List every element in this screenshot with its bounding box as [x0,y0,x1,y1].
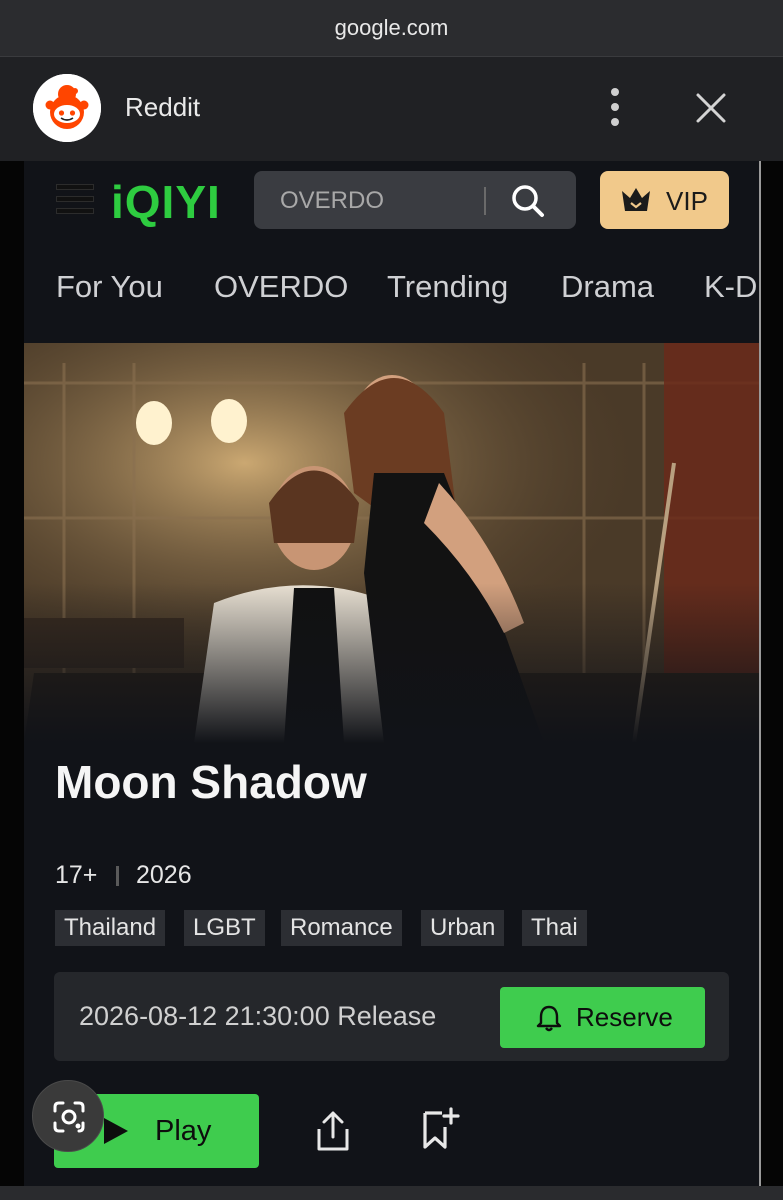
search-input[interactable]: OVERDO [254,171,576,229]
play-label: Play [155,1115,212,1147]
search-icon[interactable] [510,183,546,219]
tab-for-you[interactable]: For You [56,269,163,305]
url-text: google.com [334,15,449,40]
genre-tag[interactable]: LGBT [184,910,265,946]
genre-tag[interactable]: Thai [522,910,587,946]
crown-icon [620,185,652,215]
reserve-button[interactable]: Reserve [500,987,705,1048]
url-bar[interactable]: google.com [0,0,783,57]
reserve-label: Reserve [576,1002,673,1032]
category-tabs: For You OVERDO Trending Drama K-Dr [24,269,759,313]
meta-divider [116,866,119,886]
show-title: Moon Shadow [55,756,367,808]
release-year: 2026 [136,861,192,889]
search-divider [484,187,486,215]
bell-icon [536,1004,562,1032]
page-left-margin [0,161,24,1186]
release-panel: 2026-08-12 21:30:00 Release Reserve [54,972,729,1061]
age-rating: 17+ [55,861,98,889]
custom-tab-title: Reddit [125,92,201,122]
tab-overdo[interactable]: OVERDO [214,269,348,305]
reddit-logo-icon[interactable] [33,74,101,142]
play-icon [100,1116,130,1146]
genre-tag[interactable]: Urban [421,910,505,946]
bookmark-add-icon[interactable] [420,1107,460,1151]
tab-k-drama[interactable]: K-Dr [704,269,759,305]
vip-label: VIP [666,186,708,216]
bottom-bar [0,1186,783,1200]
vip-button[interactable]: VIP [600,171,729,229]
release-datetime: 2026-08-12 21:30:00 Release [79,1001,437,1031]
lens-icon [51,1099,87,1135]
tab-trending[interactable]: Trending [387,269,508,305]
tab-drama[interactable]: Drama [561,269,654,305]
iqiyi-page: iQIYI OVERDO VIP For You OVERDO Trending… [24,161,759,1186]
page-right-margin [759,161,783,1186]
genre-tag[interactable]: Romance [281,910,402,946]
hero-poster-image[interactable] [24,343,759,743]
search-placeholder: OVERDO [280,187,385,214]
scrollbar[interactable] [759,161,761,1186]
more-vert-icon[interactable] [603,88,627,126]
brand-logo[interactable]: iQIYI [111,175,221,229]
custom-tab-bar [0,57,783,161]
menu-icon[interactable] [57,183,93,215]
share-icon[interactable] [314,1109,352,1153]
google-lens-button[interactable] [32,1080,104,1152]
close-icon[interactable] [694,91,728,125]
genre-tag[interactable]: Thailand [55,910,166,946]
